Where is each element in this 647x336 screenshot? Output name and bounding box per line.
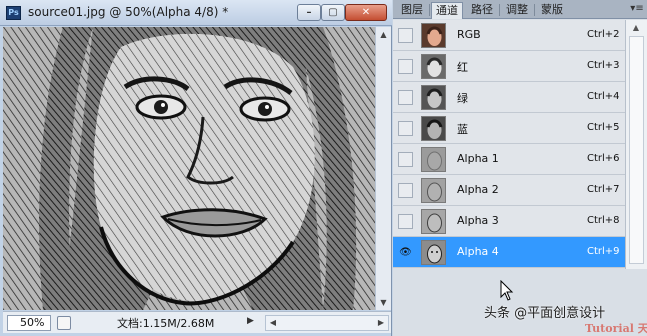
scroll-up-icon[interactable]: ▲ xyxy=(376,27,391,42)
status-menu-arrow-icon[interactable]: ▶ xyxy=(247,316,254,326)
close-button[interactable]: ✕ xyxy=(345,4,387,21)
channel-name: 绿 xyxy=(457,92,468,105)
embossed-portrait-image xyxy=(3,27,375,310)
scroll-up-icon[interactable]: ▲ xyxy=(628,21,644,35)
scroll-down-icon[interactable]: ▼ xyxy=(376,295,391,310)
channels-panel: 图层 通道 路径 调整 蒙版 ▾≡ RGB Ctrl+2 红 Ctrl+3 绿 … xyxy=(393,0,647,336)
channel-thumbnail xyxy=(421,54,446,79)
channel-shortcut: Ctrl+3 xyxy=(587,60,620,71)
channel-thumbnail xyxy=(421,23,446,48)
watermark-subtext: Tutorial 天天 xyxy=(585,322,647,335)
channel-shortcut: Ctrl+8 xyxy=(587,215,620,226)
channel-name: RGB xyxy=(457,28,481,41)
scroll-right-icon[interactable]: ▶ xyxy=(374,316,388,330)
tab-layers[interactable]: 图层 xyxy=(397,2,427,19)
tab-divider xyxy=(429,4,430,16)
channel-thumbnail xyxy=(421,178,446,203)
channel-shortcut: Ctrl+9 xyxy=(587,246,620,257)
channel-name: 蓝 xyxy=(457,123,468,136)
visibility-toggle[interactable] xyxy=(398,152,413,167)
channel-shortcut: Ctrl+2 xyxy=(587,29,620,40)
channel-row-alpha-4[interactable]: 👁 Alpha 4 Ctrl+9 xyxy=(393,237,625,268)
channel-name: Alpha 2 xyxy=(457,183,499,196)
channel-row-blue[interactable]: 蓝 Ctrl+5 xyxy=(393,113,625,144)
document-title: source01.jpg @ 50%(Alpha 4/8) * xyxy=(28,5,229,19)
photoshop-workspace: Ps source01.jpg @ 50%(Alpha 4/8) * – ▢ ✕ xyxy=(0,0,647,336)
tab-adjustments[interactable]: 调整 xyxy=(502,2,532,19)
maximize-button[interactable]: ▢ xyxy=(321,4,345,21)
tab-divider xyxy=(499,4,500,16)
visibility-toggle[interactable] xyxy=(398,183,413,198)
document-window: Ps source01.jpg @ 50%(Alpha 4/8) * – ▢ ✕ xyxy=(0,0,392,336)
channel-name: Alpha 4 xyxy=(457,245,499,258)
vertical-scrollbar[interactable]: ▲ ▼ xyxy=(375,27,391,310)
tab-paths[interactable]: 路径 xyxy=(467,2,497,19)
mouse-cursor-icon xyxy=(500,280,514,301)
scroll-left-icon[interactable]: ◀ xyxy=(266,316,280,330)
document-size-info: 文档:1.15M/2.68M xyxy=(117,317,215,330)
channel-row-red[interactable]: 红 Ctrl+3 xyxy=(393,51,625,82)
visibility-toggle[interactable] xyxy=(398,90,413,105)
tab-masks[interactable]: 蒙版 xyxy=(537,2,567,19)
channel-name: 红 xyxy=(457,61,468,74)
panel-tabs: 图层 通道 路径 调整 蒙版 ▾≡ xyxy=(393,0,647,19)
status-info-icon[interactable] xyxy=(57,316,71,330)
channel-list: RGB Ctrl+2 红 Ctrl+3 绿 Ctrl+4 蓝 Ctrl+5 Al… xyxy=(393,20,625,268)
photoshop-app-icon: Ps xyxy=(6,6,21,20)
tab-divider xyxy=(534,4,535,16)
channel-row-green[interactable]: 绿 Ctrl+4 xyxy=(393,82,625,113)
visibility-toggle[interactable] xyxy=(398,214,413,229)
image-canvas[interactable] xyxy=(3,27,375,310)
channel-thumbnail xyxy=(421,116,446,141)
channel-shortcut: Ctrl+6 xyxy=(587,153,620,164)
channel-shortcut: Ctrl+5 xyxy=(587,122,620,133)
channel-thumbnail xyxy=(421,209,446,234)
visibility-toggle[interactable] xyxy=(398,28,413,43)
zoom-input[interactable]: 50% xyxy=(7,315,51,331)
channel-shortcut: Ctrl+7 xyxy=(587,184,620,195)
minimize-button[interactable]: – xyxy=(297,4,321,21)
horizontal-scrollbar[interactable]: ◀ ▶ xyxy=(265,315,389,331)
status-bar: 50% 文档:1.15M/2.68M ▶ ◀ ▶ xyxy=(3,311,391,333)
channel-name: Alpha 3 xyxy=(457,214,499,227)
channel-thumbnail xyxy=(421,147,446,172)
visibility-toggle[interactable] xyxy=(398,59,413,74)
panel-scrollbar[interactable]: ▲ xyxy=(625,20,647,269)
channel-name: Alpha 1 xyxy=(457,152,499,165)
channel-row-alpha-1[interactable]: Alpha 1 Ctrl+6 xyxy=(393,144,625,175)
watermark: 头条 @平面创意设计 xyxy=(484,302,605,321)
channel-thumbnail xyxy=(421,240,446,265)
scrollbar-thumb[interactable] xyxy=(629,36,644,264)
channel-shortcut: Ctrl+4 xyxy=(587,91,620,102)
channel-row-alpha-2[interactable]: Alpha 2 Ctrl+7 xyxy=(393,175,625,206)
panel-menu-icon[interactable]: ▾≡ xyxy=(629,1,645,17)
channel-row-alpha-3[interactable]: Alpha 3 Ctrl+8 xyxy=(393,206,625,237)
channel-row-rgb[interactable]: RGB Ctrl+2 xyxy=(393,20,625,51)
channel-thumbnail xyxy=(421,85,446,110)
document-title-bar[interactable]: Ps source01.jpg @ 50%(Alpha 4/8) * – ▢ ✕ xyxy=(0,0,392,26)
watermark-text: 头条 @平面创意设计 xyxy=(484,306,606,321)
visibility-toggle[interactable] xyxy=(398,121,413,136)
eye-icon[interactable]: 👁 xyxy=(398,245,413,260)
tab-channels[interactable]: 通道 xyxy=(431,2,463,19)
